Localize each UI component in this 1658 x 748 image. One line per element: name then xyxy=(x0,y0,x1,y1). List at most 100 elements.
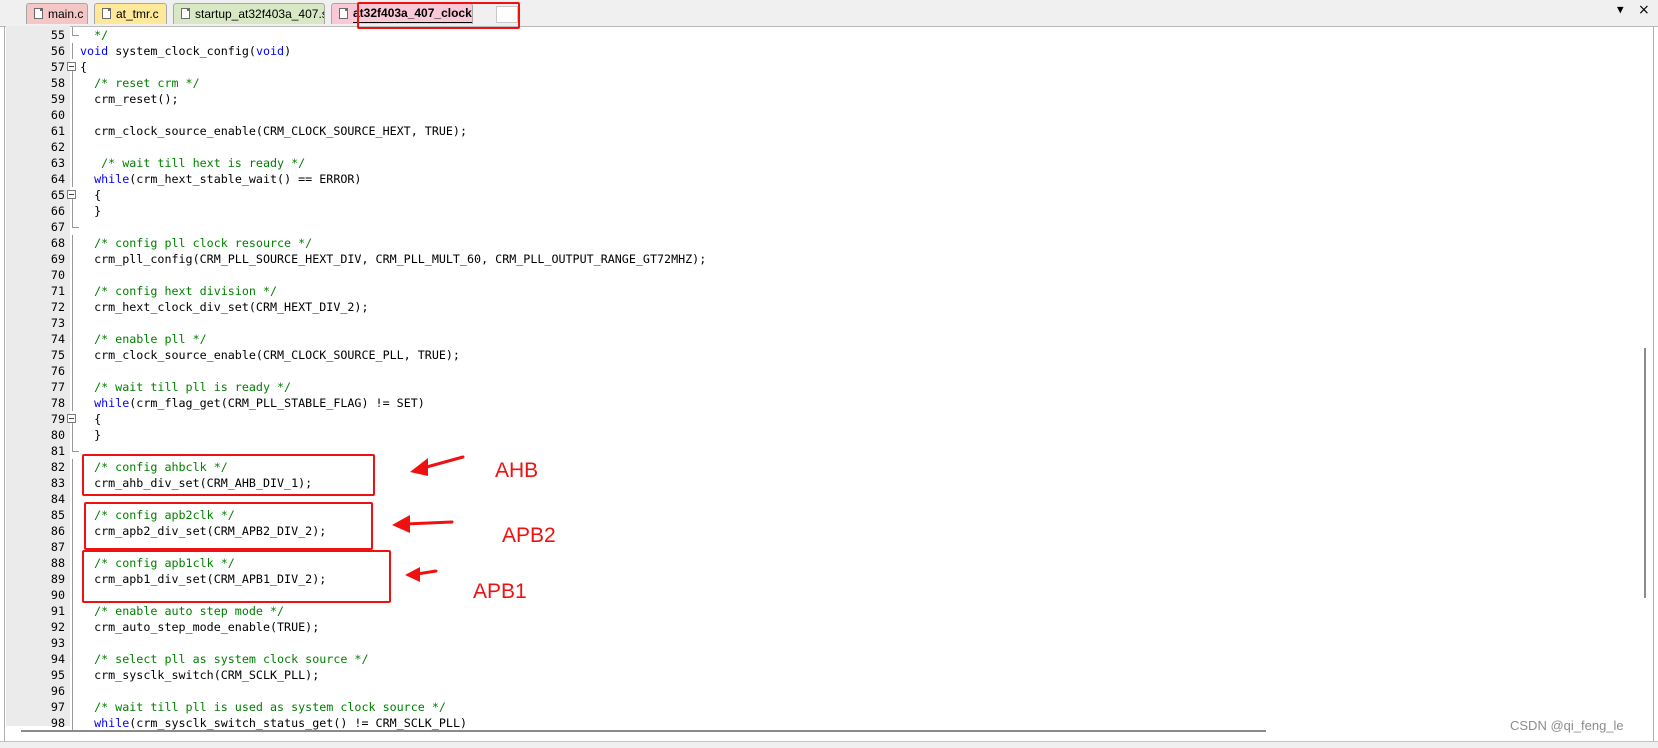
line-number: 92 xyxy=(50,620,65,634)
code-line[interactable]: 57 { xyxy=(0,59,1640,75)
code-text: /* wait till pll is ready */ xyxy=(80,379,291,395)
fold-marker xyxy=(72,139,84,155)
code-line[interactable]: 60 xyxy=(0,107,1640,123)
fold-collapse-icon[interactable] xyxy=(67,62,76,71)
code-text: while(crm_flag_get(CRM_PLL_STABLE_FLAG) … xyxy=(80,395,425,411)
keyword-token: while xyxy=(94,172,130,186)
line-number: 82 xyxy=(50,460,65,474)
line-number: 85 xyxy=(50,508,65,522)
code-line[interactable]: 76 xyxy=(0,363,1640,379)
code-line[interactable]: 91 /* enable auto step mode */ xyxy=(0,603,1640,619)
line-number: 62 xyxy=(50,140,65,154)
fold-collapse-icon[interactable] xyxy=(67,190,76,199)
chevron-down-icon[interactable]: ▼ xyxy=(1617,3,1624,16)
code-token: (crm_hext_stable_wait() == ERROR) xyxy=(129,172,362,186)
vertical-scrollbar[interactable] xyxy=(1640,30,1650,720)
code-text: /* enable pll */ xyxy=(80,331,207,347)
line-number: 80 xyxy=(50,428,65,442)
code-line[interactable]: 73 xyxy=(0,315,1640,331)
code-line[interactable]: 66 } xyxy=(0,203,1640,219)
horizontal-scroll-thumb[interactable] xyxy=(21,730,1266,732)
code-text: /* config hext division */ xyxy=(80,283,277,299)
comment-token: /* config pll clock resource */ xyxy=(80,236,313,250)
line-number: 74 xyxy=(50,332,65,346)
line-number: 95 xyxy=(50,668,65,682)
comment-token: /* reset crm */ xyxy=(80,76,200,90)
code-text: } xyxy=(80,427,101,443)
line-number: 90 xyxy=(50,588,65,602)
comment-token: /* wait till pll is ready */ xyxy=(80,380,292,394)
code-line[interactable]: 78 while(crm_flag_get(CRM_PLL_STABLE_FLA… xyxy=(0,395,1640,411)
code-line[interactable]: 61 crm_clock_source_enable(CRM_CLOCK_SOU… xyxy=(0,123,1640,139)
code-token: crm_hext_clock_div_set(CRM_HEXT_DIV_2); xyxy=(80,300,369,314)
code-line[interactable]: 67 xyxy=(0,219,1640,235)
close-icon[interactable]: × xyxy=(1638,2,1650,18)
highlight-apb2-box xyxy=(84,502,373,550)
code-line[interactable]: 55 */ xyxy=(0,27,1640,43)
code-text: crm_clock_source_enable(CRM_CLOCK_SOURCE… xyxy=(80,347,460,363)
tab-main-c[interactable]: main.c xyxy=(26,3,88,24)
fold-marker xyxy=(72,267,84,283)
code-line[interactable]: 94 /* select pll as system clock source … xyxy=(0,651,1640,667)
code-line[interactable]: 79 { xyxy=(0,411,1640,427)
code-line[interactable]: 63 /* wait till hext is ready */ xyxy=(0,155,1640,171)
line-number: 75 xyxy=(50,348,65,362)
code-token: crm_clock_source_enable(CRM_CLOCK_SOURCE… xyxy=(80,348,460,362)
code-line[interactable]: 62 xyxy=(0,139,1640,155)
line-number: 76 xyxy=(50,364,65,378)
code-line[interactable]: 58 /* reset crm */ xyxy=(0,75,1640,91)
code-line[interactable]: 68 /* config pll clock resource */ xyxy=(0,235,1640,251)
line-number: 60 xyxy=(50,108,65,122)
fold-collapse-icon[interactable] xyxy=(67,414,76,423)
watermark: CSDN @qi_feng_le xyxy=(1510,718,1624,733)
code-line[interactable]: 70 xyxy=(0,267,1640,283)
code-line[interactable]: 96 xyxy=(0,683,1640,699)
code-token: ) xyxy=(284,44,292,58)
code-line[interactable]: 59 crm_reset(); xyxy=(0,91,1640,107)
code-line[interactable]: 74 /* enable pll */ xyxy=(0,331,1640,347)
vertical-scroll-thumb[interactable] xyxy=(1644,348,1646,598)
code-text: } xyxy=(80,203,101,219)
annotation-label-apb2: APB2 xyxy=(502,524,556,547)
code-line[interactable]: 71 /* config hext division */ xyxy=(0,283,1640,299)
code-line[interactable]: 72 crm_hext_clock_div_set(CRM_HEXT_DIV_2… xyxy=(0,299,1640,315)
comment-token: /* enable pll */ xyxy=(80,332,207,346)
code-line[interactable]: 93 xyxy=(0,635,1640,651)
line-number: 56 xyxy=(50,44,65,58)
fold-marker xyxy=(72,219,84,235)
code-line[interactable]: 65 { xyxy=(0,187,1640,203)
code-line[interactable]: 64 while(crm_hext_stable_wait() == ERROR… xyxy=(0,171,1640,187)
line-number: 63 xyxy=(50,156,65,170)
comment-token: /* select pll as system clock source */ xyxy=(80,652,369,666)
code-token: crm_reset(); xyxy=(80,92,179,106)
code-editor[interactable]: 55 */56 void system_clock_config(void) 57{… xyxy=(0,27,1640,731)
code-line[interactable]: 97 /* wait till pll is used as system cl… xyxy=(0,699,1640,715)
fold-marker xyxy=(72,107,84,123)
code-token: { xyxy=(80,188,102,202)
code-text: crm_sysclk_switch(CRM_SCLK_PLL); xyxy=(80,667,319,683)
line-number: 87 xyxy=(50,540,65,554)
tab-at-tmr-c[interactable]: at_tmr.c xyxy=(94,3,167,24)
horizontal-scrollbar[interactable] xyxy=(6,725,1646,735)
comment-token: */ xyxy=(80,28,109,42)
code-line[interactable]: 77 /* wait till pll is ready */ xyxy=(0,379,1640,395)
comment-token: /* config hext division */ xyxy=(80,284,278,298)
code-line[interactable]: 69 crm_pll_config(CRM_PLL_SOURCE_HEXT_DI… xyxy=(0,251,1640,267)
keyword-token: void xyxy=(255,44,285,58)
code-line[interactable]: 92 crm_auto_step_mode_enable(TRUE); xyxy=(0,619,1640,635)
code-token: { xyxy=(80,60,88,74)
code-line[interactable]: 56 void system_clock_config(void) xyxy=(0,43,1640,59)
line-number: 78 xyxy=(50,396,65,410)
code-text: */ xyxy=(80,27,108,43)
file-icon xyxy=(34,8,43,19)
file-icon xyxy=(339,8,348,19)
code-text: /* config pll clock resource */ xyxy=(80,235,312,251)
code-text: /* wait till hext is ready */ xyxy=(80,155,305,171)
code-line[interactable]: 95 crm_sysclk_switch(CRM_SCLK_PLL); xyxy=(0,667,1640,683)
line-number: 94 xyxy=(50,652,65,666)
code-line[interactable]: 80 } xyxy=(0,427,1640,443)
line-number: 68 xyxy=(50,236,65,250)
line-number: 72 xyxy=(50,300,65,314)
tab-startup-s[interactable]: startup_at32f403a_407.s xyxy=(173,3,325,24)
code-line[interactable]: 75 crm_clock_source_enable(CRM_CLOCK_SOU… xyxy=(0,347,1640,363)
